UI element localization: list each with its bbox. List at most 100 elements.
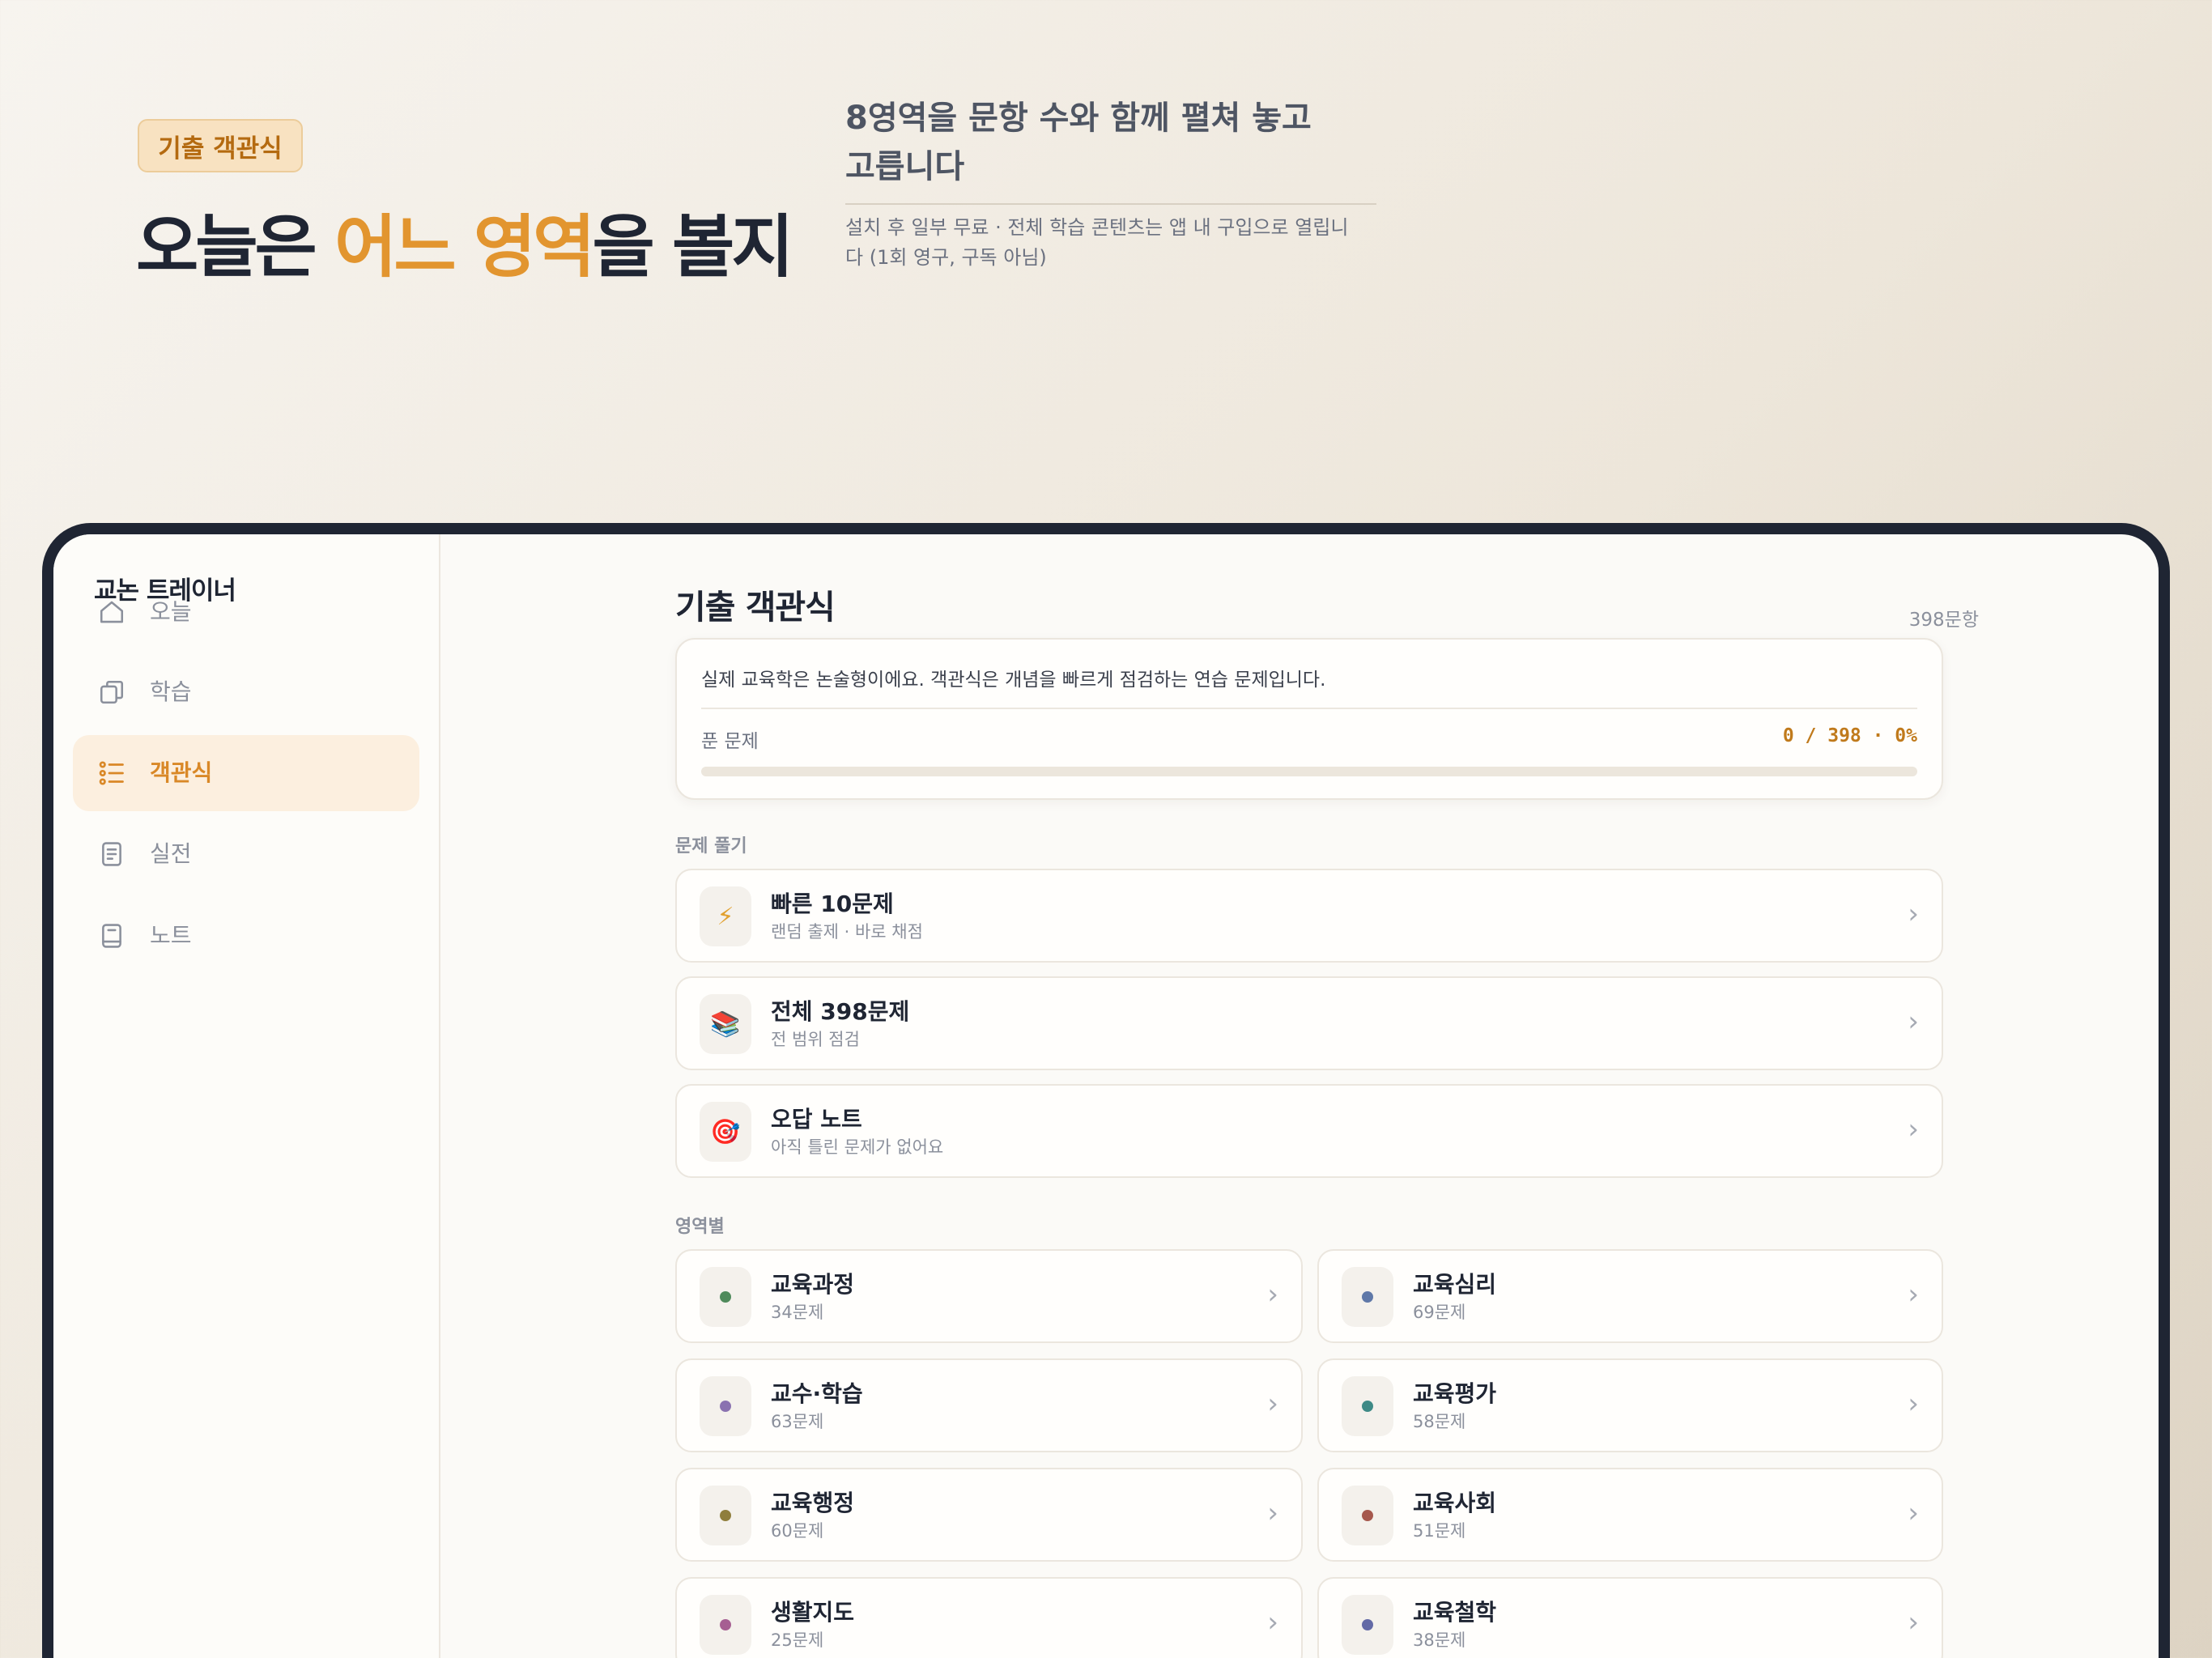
chevron-right-icon: › [1267,1497,1278,1529]
question-count: 398문항 [1908,610,1979,631]
chevron-right-icon: › [1908,1278,1919,1311]
row-subtitle: 38문제 [1413,1630,1466,1650]
home-icon [96,596,128,628]
domain-card-evaluation[interactable]: 교육평가 58문제 › [1317,1358,1943,1452]
domain-dot-icon [1342,1595,1393,1655]
domain-color-dot [720,1510,731,1521]
practice-quick-10[interactable]: ⚡ 빠른 10문제 랜덤 출제 · 바로 채점 › [675,869,1943,963]
domain-dot-icon [700,1595,751,1655]
sidebar-item-label: 학습 [150,678,192,705]
domain-card-administration[interactable]: 교육행정 60문제 › [675,1468,1303,1562]
sidebar-item-notes[interactable]: 노트 [73,898,419,974]
practice-wrong-notes[interactable]: 🎯 오답 노트 아직 틀린 문제가 없어요 › [675,1084,1943,1178]
domain-color-dot [720,1619,731,1630]
lightning-icon: ⚡ [700,886,751,946]
cards-icon [96,676,128,708]
row-subtitle: 전 범위 점검 [771,1030,860,1049]
domain-dot-icon [1342,1267,1393,1327]
chevron-right-icon: › [1908,1113,1919,1146]
sidebar-item-label: 노트 [150,922,192,949]
chevron-right-icon: › [1908,1606,1919,1639]
domain-dot-icon [700,1486,751,1545]
hero-title-accent: 어느 영역 [334,207,595,287]
progress-label: 푼 문제 [701,731,759,752]
progress-description: 실제 교육학은 논술형이에요. 객관식은 개념을 빠르게 점검하는 연습 문제입… [701,670,1326,691]
domain-color-dot [1362,1510,1373,1521]
section-label-practice: 문제 풀기 [675,836,747,857]
page-title: 기출 객관식 [675,588,836,627]
row-title: 교육사회 [1413,1490,1497,1516]
row-title: 오답 노트 [771,1106,862,1133]
hero-divider [845,203,1376,205]
row-title: 교육평가 [1413,1380,1497,1407]
row-subtitle: 아직 틀린 문제가 없어요 [771,1137,944,1157]
sidebar-item-study[interactable]: 학습 [73,654,419,730]
chevron-right-icon: › [1908,898,1919,930]
domain-color-dot [720,1401,731,1412]
domain-card-psychology[interactable]: 교육심리 69문제 › [1317,1249,1943,1343]
domain-color-dot [1362,1401,1373,1412]
domain-card-philosophy[interactable]: 교육철학 38문제 › [1317,1577,1943,1658]
domain-card-instruction[interactable]: 교수·학습 63문제 › [675,1358,1303,1452]
chevron-right-icon: › [1908,1005,1919,1038]
sidebar: 교논 트레이너 오늘 학습 객관식 실전 노트 [53,534,440,1658]
chevron-right-icon: › [1267,1388,1278,1420]
hero-title-part1: 오늘은 [136,207,335,287]
hero-title-part2: 을 볼지 [592,207,793,287]
domain-card-guidance[interactable]: 생활지도 25문제 › [675,1577,1303,1658]
tablet-frame: 교논 트레이너 오늘 학습 객관식 실전 노트 기출 객관식 398문항 실제 … [42,523,2170,1658]
hero-title: 오늘은 어느 영역을 볼지 [136,193,794,291]
domain-dot-icon [1342,1376,1393,1436]
books-icon: 📚 [700,994,751,1054]
row-title: 교육행정 [771,1490,855,1516]
chevron-right-icon: › [1267,1606,1278,1639]
row-title: 빠른 10문제 [771,891,894,917]
row-subtitle: 58문제 [1413,1412,1466,1431]
sidebar-item-label: 오늘 [150,598,192,625]
row-subtitle: 69문제 [1413,1303,1466,1322]
progress-bar [701,767,1917,776]
sidebar-item-multiple-choice[interactable]: 객관식 [73,735,419,811]
row-subtitle: 51문제 [1413,1521,1466,1541]
target-icon: 🎯 [700,1102,751,1162]
row-subtitle: 63문제 [771,1412,824,1431]
sidebar-item-practice-exam[interactable]: 실전 [73,816,419,892]
section-label-domains: 영역별 [675,1217,725,1237]
row-subtitle: 랜덤 출제 · 바로 채점 [771,922,923,942]
category-badge: 기출 객관식 [138,119,303,172]
row-subtitle: 60문제 [771,1521,824,1541]
row-title: 전체 398문제 [771,998,910,1025]
practice-all-questions[interactable]: 📚 전체 398문제 전 범위 점검 › [675,976,1943,1070]
domain-dot-icon [700,1267,751,1327]
progress-card: 실제 교육학은 논술형이에요. 객관식은 개념을 빠르게 점검하는 연습 문제입… [675,638,1943,800]
domain-card-sociology[interactable]: 교육사회 51문제 › [1317,1468,1943,1562]
row-title: 교육심리 [1413,1271,1497,1298]
hero-note: 설치 후 일부 무료 · 전체 학습 콘텐츠는 앱 내 구입으로 열립니다 (1… [845,216,1349,269]
chevron-right-icon: › [1908,1497,1919,1529]
domain-card-curriculum[interactable]: 교육과정 34문제 › [675,1249,1303,1343]
row-title: 교육과정 [771,1271,855,1298]
app-screen: 교논 트레이너 오늘 학습 객관식 실전 노트 기출 객관식 398문항 실제 … [53,534,2159,1658]
document-icon [96,838,128,870]
row-title: 생활지도 [771,1599,855,1626]
row-subtitle: 25문제 [771,1630,824,1650]
domain-dot-icon [1342,1486,1393,1545]
notebook-icon [96,920,128,952]
progress-value: 0 / 398 · 0% [1782,725,1917,746]
sidebar-item-label: 실전 [150,840,192,867]
hero-subtitle: 8영역을 문항 수와 함께 펼쳐 놓고 고릅니다 [845,100,1312,185]
main-content: 기출 객관식 398문항 실제 교육학은 논술형이에요. 객관식은 개념을 빠르… [440,534,2159,1658]
chevron-right-icon: › [1908,1388,1919,1420]
list-icon [96,757,128,789]
chevron-right-icon: › [1267,1278,1278,1311]
sidebar-item-today[interactable]: 오늘 [73,574,419,650]
domain-dot-icon [700,1376,751,1436]
domain-color-dot [720,1291,731,1303]
row-subtitle: 34문제 [771,1303,824,1322]
row-title: 교육철학 [1413,1599,1497,1626]
domain-color-dot [1362,1291,1373,1303]
domain-color-dot [1362,1619,1373,1630]
sidebar-item-label: 객관식 [150,759,213,786]
progress-divider [701,708,1917,709]
row-title: 교수·학습 [771,1380,863,1407]
